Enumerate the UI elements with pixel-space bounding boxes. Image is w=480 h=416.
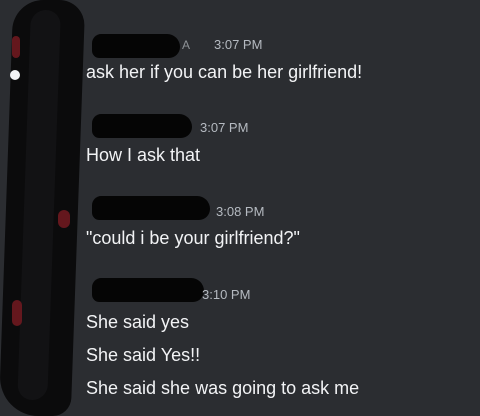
message-text: "could i be your girlfriend?" — [86, 228, 300, 248]
message-timestamp: 3:07 PM — [200, 120, 249, 135]
username-redaction — [92, 196, 210, 220]
avatar-redaction — [0, 0, 86, 416]
avatar-accent — [12, 36, 20, 58]
message-timestamp: 3:07 PM — [214, 37, 263, 52]
message-timestamp: 3:10 PM — [202, 287, 251, 302]
message-text: She said Yes!! — [86, 345, 201, 365]
username-redaction — [92, 34, 180, 58]
bot-tag: A — [182, 38, 191, 52]
username-redaction — [92, 114, 192, 138]
message-text: She said yes — [86, 312, 190, 332]
message-text: How I ask that — [86, 145, 201, 165]
avatar-accent — [12, 300, 22, 326]
message-text: She said she was going to ask me — [86, 378, 360, 398]
message-text: ask her if you can be her girlfriend! — [86, 62, 363, 82]
avatar-accent — [58, 210, 70, 228]
username-redaction — [92, 278, 204, 302]
message-timestamp: 3:08 PM — [216, 204, 265, 219]
status-dot — [10, 70, 20, 80]
chat-area: A 3:07 PM ask her if you can be her girl… — [0, 0, 480, 416]
